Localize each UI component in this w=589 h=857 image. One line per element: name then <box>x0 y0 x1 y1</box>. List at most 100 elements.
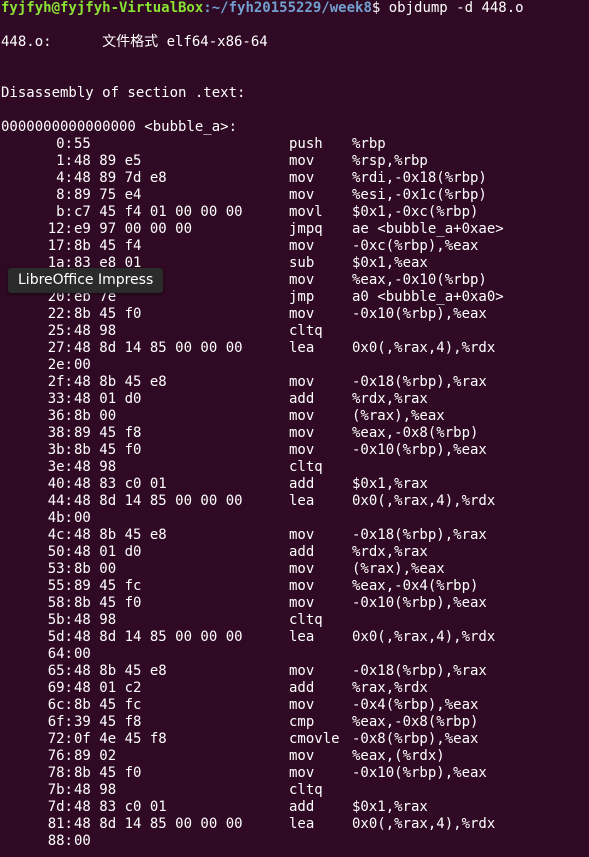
instruction-operands: %rbp <box>352 136 386 152</box>
instruction-operands: -0xc(%rbp),%eax <box>352 238 479 254</box>
instruction-operands: 0x0(,%rax,4),%rdx <box>352 340 496 356</box>
instruction-bytes: 48 83 c0 01 <box>74 799 167 815</box>
instruction-row: 8: 89 75 e4 mov %esi,-0x1c(%rbp) <box>1 187 589 204</box>
instruction-address: 69: <box>47 680 73 696</box>
instruction-row: 38: 89 45 f8 mov %eax,-0x8(%rbp) <box>1 425 589 442</box>
instruction-operands: $0x1,%rax <box>352 799 428 815</box>
instruction-bytes: 39 45 f8 <box>74 714 142 730</box>
instruction-mnemonic: mov <box>289 238 315 254</box>
instruction-row: 65: 48 8b 45 e8 mov -0x18(%rbp),%rax <box>1 663 589 680</box>
instruction-address: 3b: <box>47 442 73 458</box>
instruction-operands: %eax,-0x8(%rbp) <box>352 714 479 730</box>
instruction-bytes: 8b 45 f0 <box>74 442 142 458</box>
instruction-row: 2e: 00 <box>1 357 589 374</box>
file-format-line: 448.o: 文件格式 elf64-x86-64 <box>1 34 268 50</box>
instruction-row: 53: 8b 00 mov (%rax),%eax <box>1 561 589 578</box>
instruction-bytes: 89 02 <box>74 748 117 764</box>
instruction-row: 7b: 48 98 cltq <box>1 782 589 799</box>
instruction-address: 2f: <box>47 374 73 390</box>
instruction-operands: %rax,%rdx <box>352 680 428 696</box>
instruction-bytes: 00 <box>74 833 91 849</box>
instruction-address: 25: <box>47 323 73 339</box>
instruction-mnemonic: cmovle <box>289 731 340 747</box>
instruction-address: 2e: <box>47 357 73 373</box>
instruction-mnemonic: mov <box>289 748 315 764</box>
instruction-row: 72: 0f 4e 45 f8 cmovle -0x8(%rbp),%eax <box>1 731 589 748</box>
instruction-bytes: 48 8d 14 85 00 00 00 <box>74 629 243 645</box>
instruction-mnemonic: mov <box>289 408 315 424</box>
instruction-mnemonic: add <box>289 799 315 815</box>
instruction-address: b: <box>56 204 73 220</box>
instruction-operands: %esi,-0x1c(%rbp) <box>352 187 487 203</box>
instruction-bytes: 8b 45 f0 <box>74 595 142 611</box>
instruction-row: 5b: 48 98 cltq <box>1 612 589 629</box>
instruction-operands: %rdi,-0x18(%rbp) <box>352 170 487 186</box>
instruction-address: 3e: <box>47 459 73 475</box>
instruction-bytes: 48 01 c2 <box>74 680 142 696</box>
instruction-address: 6f: <box>47 714 73 730</box>
instruction-mnemonic: sub <box>289 255 315 271</box>
instruction-bytes: 48 8b 45 e8 <box>74 527 167 543</box>
instruction-operands: (%rax),%eax <box>352 408 445 424</box>
instruction-mnemonic: mov <box>289 765 315 781</box>
instruction-row: 40: 48 83 c0 01 add $0x1,%rax <box>1 476 589 493</box>
instruction-list: 0: 55 push %rbp 1: 48 89 e5 mov %rsp,%rbp 4: 48 8… <box>1 136 589 850</box>
instruction-mnemonic: jmpq <box>289 221 323 237</box>
instruction-address: 78: <box>47 765 73 781</box>
instruction-address: 6c: <box>47 697 73 713</box>
instruction-operands: 0x0(,%rax,4),%rdx <box>352 493 496 509</box>
instruction-operands: 0x0(,%rax,4),%rdx <box>352 629 496 645</box>
instruction-mnemonic: cltq <box>289 459 323 475</box>
instruction-bytes: 8b 00 <box>74 408 117 424</box>
instruction-mnemonic: lea <box>289 493 315 509</box>
instruction-row: 50: 48 01 d0 add %rdx,%rax <box>1 544 589 561</box>
terminal-window[interactable]: fyjfyh@fyjfyh-VirtualBox:~/fyh20155229/w… <box>1 0 589 850</box>
instruction-address: 8: <box>56 187 73 203</box>
instruction-mnemonic: lea <box>289 629 315 645</box>
prompt-user-host: fyjfyh@fyjfyh-VirtualBox <box>1 0 204 16</box>
instruction-operands: -0x18(%rbp),%rax <box>352 663 487 679</box>
section-title: Disassembly of section .text: <box>1 85 246 101</box>
instruction-bytes: e9 97 00 00 00 <box>74 221 193 237</box>
function-header: 0000000000000000 <bubble_a>: <box>1 119 238 135</box>
instruction-row: 33: 48 01 d0 add %rdx,%rax <box>1 391 589 408</box>
instruction-mnemonic: cltq <box>289 612 323 628</box>
instruction-mnemonic: mov <box>289 153 315 169</box>
instruction-address: 17: <box>47 238 73 254</box>
instruction-mnemonic: push <box>289 136 323 152</box>
instruction-address: 4c: <box>47 527 73 543</box>
instruction-operands: -0x10(%rbp),%eax <box>352 765 487 781</box>
instruction-operands: -0x10(%rbp),%eax <box>352 595 487 611</box>
prompt-line: fyjfyh@fyjfyh-VirtualBox:~/fyh20155229/w… <box>1 0 589 17</box>
instruction-address: 44: <box>47 493 73 509</box>
instruction-operands: -0x10(%rbp),%eax <box>352 306 487 322</box>
instruction-bytes: 48 8b 45 e8 <box>74 663 167 679</box>
instruction-row: 76: 89 02 mov %eax,(%rdx) <box>1 748 589 765</box>
instruction-mnemonic: add <box>289 476 315 492</box>
instruction-row: 22: 8b 45 f0 mov -0x10(%rbp),%eax <box>1 306 589 323</box>
instruction-operands: -0x18(%rbp),%rax <box>352 527 487 543</box>
instruction-operands: %eax,-0x8(%rbp) <box>352 425 479 441</box>
instruction-mnemonic: jmp <box>289 289 315 305</box>
instruction-operands: ae <bubble_a+0xae> <box>352 221 504 237</box>
instruction-operands: -0x4(%rbp),%eax <box>352 697 479 713</box>
instruction-row: 4b: 00 <box>1 510 589 527</box>
instruction-bytes: 00 <box>74 357 91 373</box>
instruction-row: 78: 8b 45 f0 mov -0x10(%rbp),%eax <box>1 765 589 782</box>
instruction-mnemonic: mov <box>289 374 315 390</box>
instruction-row: 3b: 8b 45 f0 mov -0x10(%rbp),%eax <box>1 442 589 459</box>
instruction-bytes: 48 8d 14 85 00 00 00 <box>74 816 243 832</box>
instruction-address: 65: <box>47 663 73 679</box>
instruction-row: 36: 8b 00 mov (%rax),%eax <box>1 408 589 425</box>
instruction-address: 40: <box>47 476 73 492</box>
instruction-mnemonic: mov <box>289 578 315 594</box>
instruction-operands: $0x1,%eax <box>352 255 428 271</box>
launcher-tooltip: LibreOffice Impress <box>8 268 164 293</box>
instruction-mnemonic: mov <box>289 697 315 713</box>
instruction-bytes: 48 83 c0 01 <box>74 476 167 492</box>
instruction-bytes: 00 <box>74 510 91 526</box>
instruction-address: 4: <box>56 170 73 186</box>
instruction-address: 81: <box>47 816 73 832</box>
instruction-bytes: 48 8b 45 e8 <box>74 374 167 390</box>
instruction-mnemonic: mov <box>289 595 315 611</box>
